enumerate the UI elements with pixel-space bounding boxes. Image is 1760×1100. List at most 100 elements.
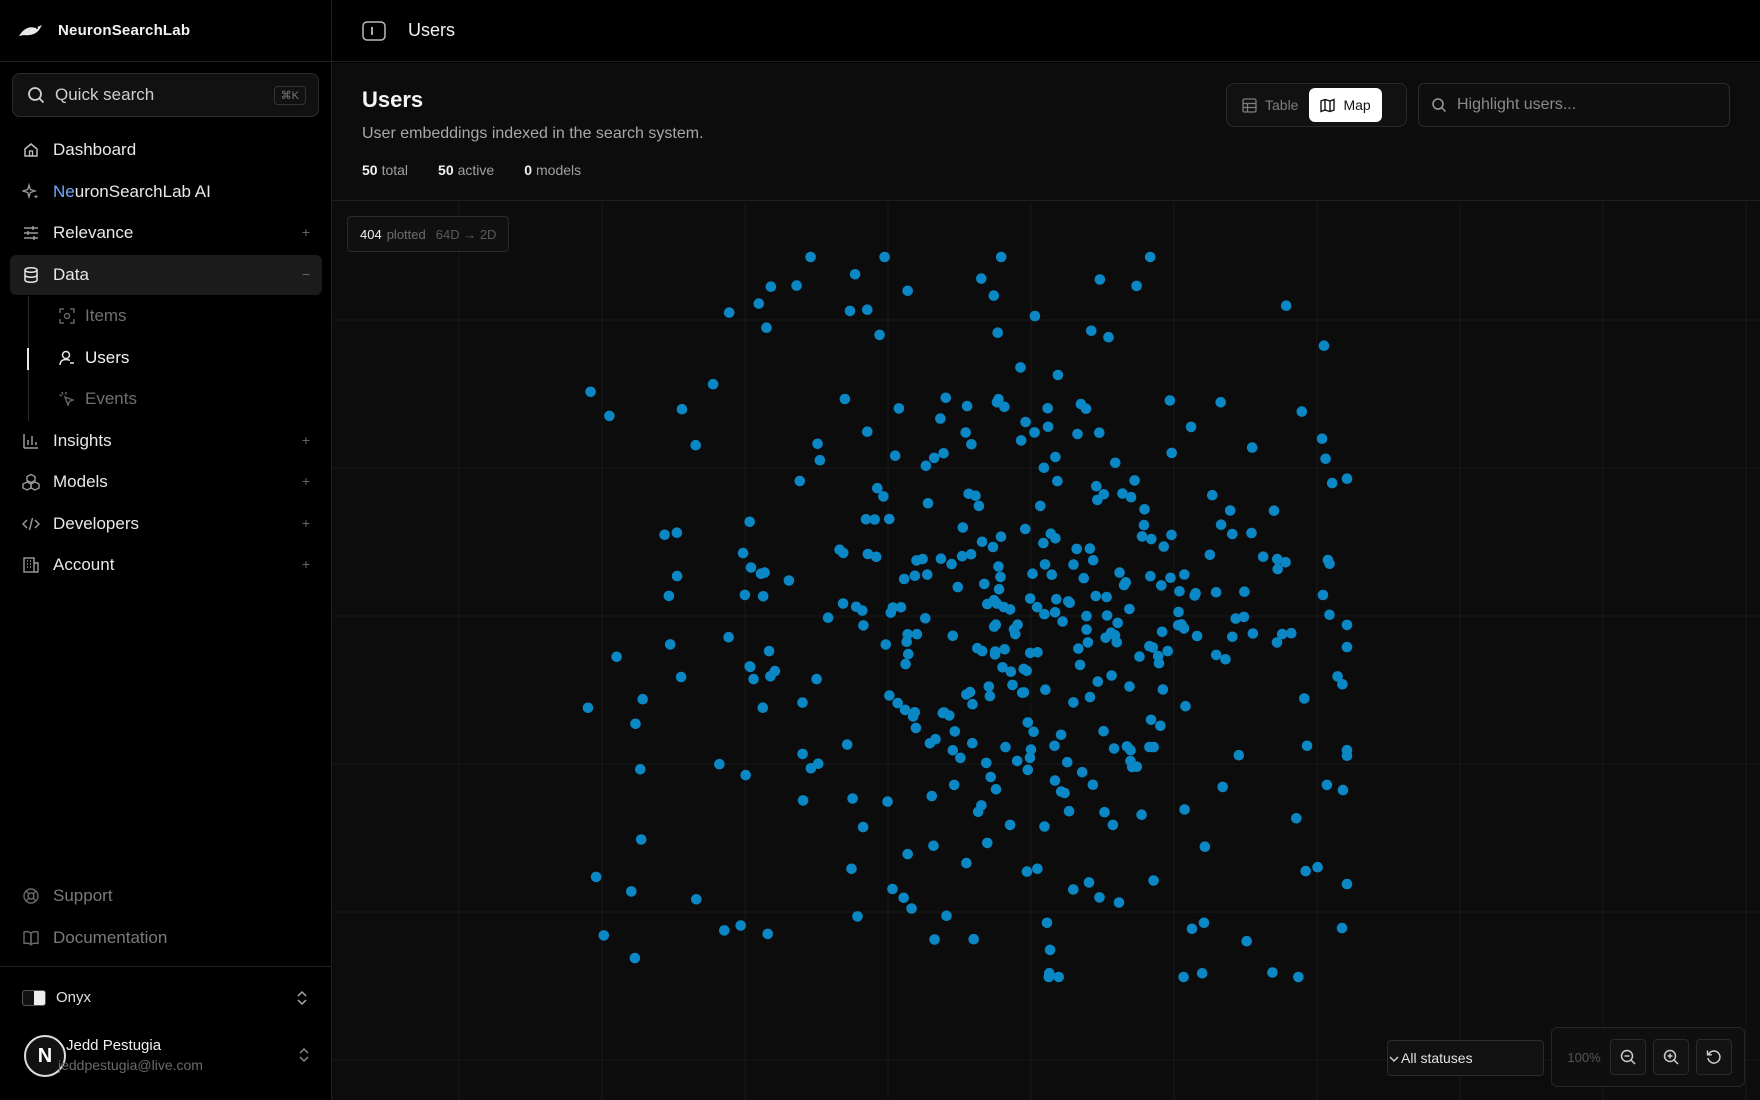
user-point[interactable] [765, 671, 776, 682]
user-point[interactable] [582, 702, 594, 714]
user-point[interactable] [745, 661, 756, 673]
user-point[interactable] [1146, 533, 1157, 545]
user-point[interactable] [1178, 971, 1189, 983]
nav-ai[interactable]: NeuronSearchLab AI [10, 172, 322, 212]
user-point[interactable] [957, 522, 969, 533]
user-point[interactable] [1078, 572, 1090, 584]
user-point[interactable] [987, 541, 999, 553]
user-point[interactable] [1053, 971, 1064, 983]
user-point[interactable] [1174, 586, 1185, 597]
user-point[interactable] [903, 648, 914, 660]
user-point[interactable] [757, 702, 769, 713]
user-point[interactable] [745, 562, 757, 573]
user-point[interactable] [1108, 743, 1120, 754]
sidebar-toggle-icon[interactable] [362, 20, 386, 41]
user-point[interactable] [744, 516, 755, 528]
user-point[interactable] [1020, 416, 1031, 428]
user-point[interactable] [1063, 805, 1075, 817]
user-point[interactable] [1257, 551, 1269, 562]
user-point[interactable] [1052, 475, 1063, 487]
user-point[interactable] [1032, 863, 1043, 875]
expand-icon[interactable]: + [302, 473, 310, 489]
user-point[interactable] [928, 452, 940, 464]
user-point[interactable] [995, 531, 1007, 542]
user-point[interactable] [1038, 462, 1050, 474]
user-point[interactable] [812, 758, 824, 769]
user-point[interactable] [1098, 725, 1109, 737]
user-point[interactable] [917, 553, 928, 565]
user-point[interactable] [1124, 681, 1135, 692]
user-point[interactable] [1134, 651, 1145, 662]
user-point[interactable] [929, 934, 940, 945]
user-point[interactable] [1094, 892, 1105, 903]
expand-icon[interactable]: + [302, 556, 310, 572]
collapse-icon[interactable]: − [302, 266, 310, 282]
user-point[interactable] [976, 536, 988, 548]
zoom-in-button[interactable] [1653, 1039, 1689, 1075]
user-point[interactable] [1090, 590, 1102, 602]
user-point[interactable] [952, 581, 964, 593]
user-point[interactable] [995, 251, 1007, 263]
user-point[interactable] [794, 475, 806, 487]
user-point[interactable] [1210, 649, 1222, 661]
user-point[interactable] [988, 290, 1000, 301]
user-point[interactable] [874, 329, 885, 341]
user-point[interactable] [999, 644, 1010, 655]
user-point[interactable] [1010, 628, 1021, 640]
user-point[interactable] [1224, 505, 1236, 516]
user-point[interactable] [1073, 643, 1084, 654]
user-point[interactable] [1055, 786, 1067, 797]
user-point[interactable] [1176, 619, 1187, 630]
user-point[interactable] [1004, 819, 1016, 831]
user-point[interactable] [1230, 613, 1241, 624]
user-point[interactable] [598, 930, 610, 941]
user-point[interactable] [844, 305, 856, 317]
user-point[interactable] [1124, 603, 1135, 615]
user-point[interactable] [1074, 659, 1086, 671]
user-point[interactable] [1039, 608, 1050, 620]
user-point[interactable] [857, 605, 868, 616]
user-point[interactable] [1092, 494, 1103, 506]
user-point[interactable] [982, 837, 993, 849]
user-point[interactable] [1148, 875, 1159, 886]
user-point[interactable] [992, 327, 1003, 338]
user-point[interactable] [1215, 519, 1227, 530]
user-point[interactable] [664, 639, 676, 650]
user-point[interactable] [1144, 251, 1156, 263]
user-point[interactable] [1155, 720, 1166, 732]
user-point[interactable] [1125, 491, 1137, 503]
user-point[interactable] [991, 397, 1003, 408]
user-point[interactable] [889, 450, 901, 461]
user-point[interactable] [762, 928, 773, 940]
user-point[interactable] [1210, 587, 1222, 598]
user-point[interactable] [1020, 523, 1031, 535]
user-point[interactable] [1318, 340, 1330, 351]
user-point[interactable] [1063, 596, 1074, 607]
user-point[interactable] [1109, 629, 1121, 641]
user-point[interactable] [882, 796, 893, 807]
user-point[interactable] [626, 886, 637, 897]
user-point[interactable] [1084, 543, 1096, 554]
user-point[interactable] [1022, 717, 1034, 728]
user-point[interactable] [1190, 588, 1201, 599]
user-point[interactable] [719, 925, 730, 936]
user-point[interactable] [604, 410, 615, 422]
user-point[interactable] [940, 392, 952, 404]
user-point[interactable] [1173, 606, 1184, 618]
user-point[interactable] [1038, 537, 1049, 549]
user-point[interactable] [814, 454, 826, 466]
user-point[interactable] [1039, 559, 1051, 570]
user-point[interactable] [898, 573, 910, 585]
user-point[interactable] [1312, 861, 1323, 873]
nav-dashboard[interactable]: Dashboard [10, 130, 322, 170]
user-point[interactable] [590, 871, 602, 883]
user-point[interactable] [947, 745, 959, 756]
user-point[interactable] [1018, 687, 1030, 698]
user-point[interactable] [723, 307, 735, 318]
user-point[interactable] [1027, 568, 1038, 579]
user-point[interactable] [1324, 609, 1335, 621]
user-point[interactable] [985, 771, 996, 783]
user-point[interactable] [1011, 755, 1023, 767]
user-point[interactable] [968, 933, 979, 945]
nav-insights[interactable]: Insights + [10, 421, 322, 461]
